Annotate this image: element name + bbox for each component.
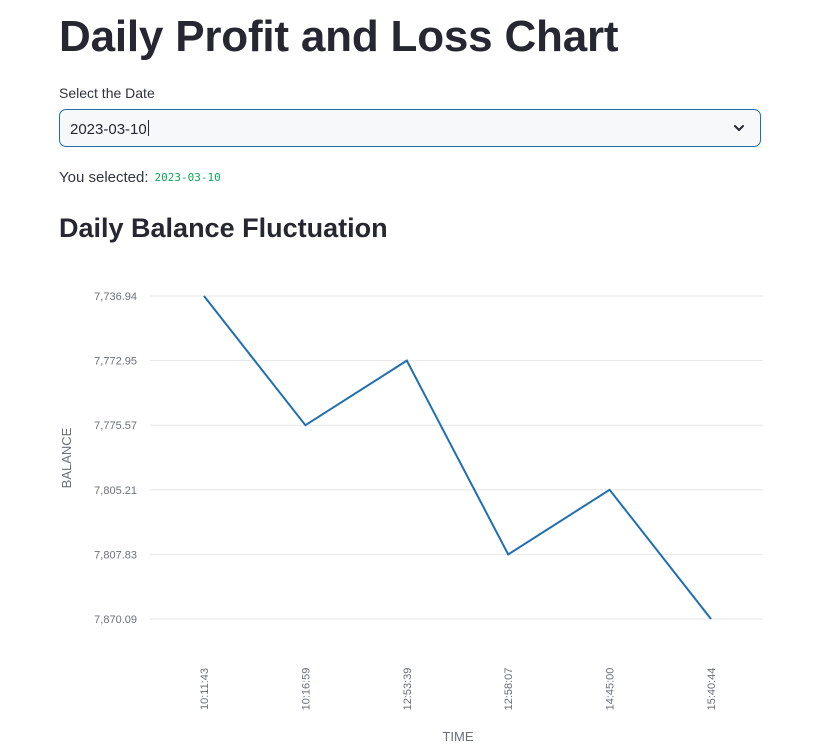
y-tick-label: 7,805.21	[94, 485, 137, 497]
x-tick-label: 10:11:43	[199, 668, 211, 710]
y-tick-label: 7,870.09	[94, 614, 137, 626]
y-tick-label: 7,772.95	[94, 356, 137, 368]
y-axis-title: BALANCE	[59, 427, 74, 488]
x-axis-title: TIME	[442, 729, 473, 744]
balance-data-point	[303, 423, 307, 427]
balance-data-point	[405, 359, 409, 363]
balance-data-point	[506, 552, 510, 556]
x-tick-label: 12:53:39	[402, 668, 414, 711]
y-tick-label: 7,736.94	[94, 291, 137, 303]
y-tick-label: 7,807.83	[94, 549, 137, 561]
balance-data-point	[608, 488, 612, 492]
x-tick-label: 15:40:44	[706, 668, 718, 711]
balance-line-chart: 7,736.94 7,772.95 7,775.57 7,805.21 7,807.83…	[59, 291, 763, 744]
x-tick-label: 14:45:00	[605, 668, 617, 711]
x-tick-label: 12:58:07	[503, 668, 515, 711]
balance-data-point	[709, 617, 713, 621]
x-tick-label: 10:16:59	[300, 668, 312, 711]
balance-series-line	[203, 295, 712, 620]
balance-data-point	[202, 294, 206, 298]
y-tick-label: 7,775.57	[94, 420, 137, 432]
